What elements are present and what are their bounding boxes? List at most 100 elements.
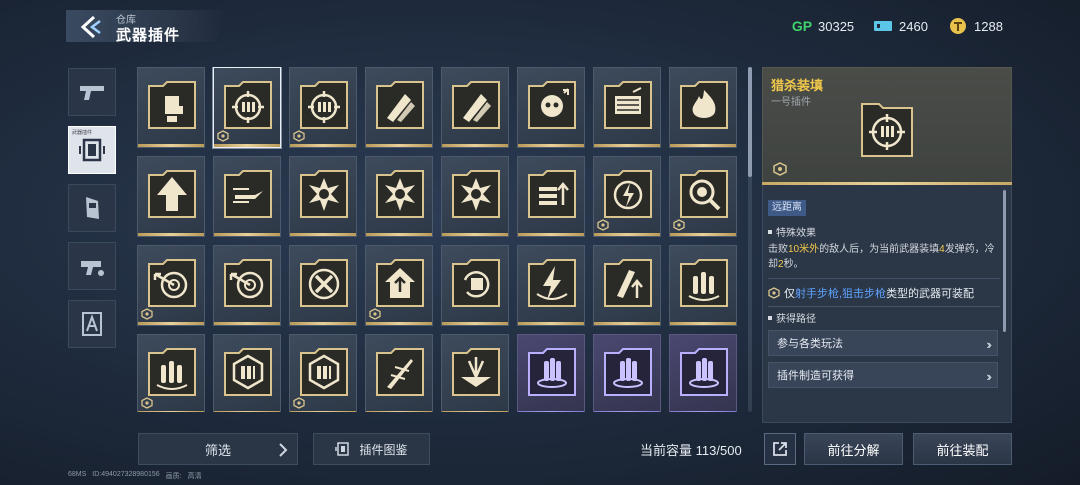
atlas-label: 插件图鉴 <box>359 442 408 457</box>
plugin-type-badge-icon <box>773 162 787 176</box>
plugin-grid[interactable] <box>137 67 745 412</box>
cross-swords-icon <box>300 259 348 307</box>
speed-bullet-icon <box>224 170 272 218</box>
category-character[interactable] <box>68 300 116 348</box>
crosshair-ammo-icon <box>300 81 348 129</box>
filter-label: 筛选 <box>204 442 231 458</box>
plugin-slot[interactable] <box>137 334 205 412</box>
category-vehicle[interactable] <box>68 184 116 232</box>
double-chevron-icon: ›› <box>986 369 991 384</box>
plugin-name: 猎杀装填 <box>771 78 824 93</box>
explosion-icon <box>300 170 348 218</box>
acquire-path-label: 参与各类玩法 <box>777 338 843 350</box>
fist-icon <box>148 81 196 129</box>
effect-description: 击败10米外的敌人后，为当前武器装填4发弹药，冷却2秒。 <box>768 242 996 272</box>
plugin-slot[interactable] <box>137 156 205 237</box>
plugin-type-badge-icon <box>673 219 685 231</box>
bullet-square <box>768 315 772 320</box>
plugin-slot[interactable] <box>517 156 585 237</box>
acquire-section-title: 获得路径 <box>768 310 816 325</box>
plugin-slot[interactable] <box>517 334 585 412</box>
gp-currency: GP 30325 <box>792 17 854 35</box>
category-tag: 武器插件 <box>72 130 93 136</box>
plugin-slot[interactable] <box>669 334 737 412</box>
plugin-slot[interactable] <box>517 245 585 326</box>
plugin-slot[interactable] <box>593 156 661 237</box>
acquire-path-button[interactable]: 插件制造可获得 ›› <box>768 362 998 388</box>
ammo-up-icon <box>528 170 576 218</box>
filter-button[interactable]: 筛选 <box>138 433 298 465</box>
ticket-icon <box>874 21 892 31</box>
capacity: 当前容量 113/500 <box>640 440 742 459</box>
equip-suffix: 类型的武器可装配 <box>886 288 975 300</box>
acquire-path-button[interactable]: 参与各类玩法 ›› <box>768 330 998 356</box>
crosshair-ammo-icon <box>861 103 913 157</box>
detail-scrollbar[interactable] <box>1003 190 1006 332</box>
plugin-slot[interactable] <box>289 67 357 148</box>
bullets-icon <box>376 81 424 129</box>
plugin-slot[interactable] <box>593 334 661 412</box>
coin-value: 1288 <box>974 18 1003 34</box>
fist-reload-icon <box>452 259 500 307</box>
effect-section-title: 特殊效果 <box>768 224 816 239</box>
plugin-slot[interactable] <box>365 67 433 148</box>
target-arrow-icon <box>224 259 272 307</box>
plugin-slot[interactable] <box>137 245 205 326</box>
plugin-slot[interactable] <box>669 156 737 237</box>
coin-icon <box>950 18 966 34</box>
dart-icon <box>376 348 424 396</box>
effect-text-2: 的敌人后，为当前武器装填 <box>819 244 940 255</box>
house-up-icon <box>376 259 424 307</box>
plugin-slot[interactable] <box>289 245 357 326</box>
decompose-button[interactable]: 前往分解 <box>804 433 903 465</box>
quality-label: 画质: <box>165 473 182 480</box>
category-weapon-plugin[interactable]: 武器插件 <box>68 126 116 174</box>
slash-up-icon <box>604 259 652 307</box>
effect-title: 特殊效果 <box>776 228 816 239</box>
plugin-slot[interactable] <box>593 245 661 326</box>
export-button[interactable] <box>764 433 796 465</box>
detail-header-accent <box>762 182 1012 185</box>
grid-scrollbar[interactable] <box>748 67 752 177</box>
quality-value: 高清 <box>187 473 202 480</box>
acquire-title: 获得路径 <box>776 314 816 325</box>
plugin-slot[interactable] <box>517 67 585 148</box>
plugin-slot-selected[interactable] <box>213 67 281 148</box>
flame-icon <box>680 81 728 129</box>
category-pistol[interactable] <box>68 68 116 116</box>
atlas-button[interactable]: 插件图鉴 <box>313 433 430 465</box>
plugin-slot[interactable] <box>669 245 737 326</box>
ammo-box-icon <box>300 348 348 396</box>
plugin-slot[interactable] <box>213 334 281 412</box>
ticket-value: 2460 <box>899 18 928 34</box>
plugin-type-badge-icon <box>293 130 305 142</box>
plugin-slot[interactable] <box>441 334 509 412</box>
plugin-slot[interactable] <box>365 156 433 237</box>
energy-ammo-icon <box>680 348 728 396</box>
plugin-type-badge-icon <box>141 397 153 409</box>
export-icon <box>773 442 787 456</box>
energy-ammo-icon <box>528 348 576 396</box>
plugin-slot[interactable] <box>441 245 509 326</box>
plugin-slot[interactable] <box>593 67 661 148</box>
plugin-slot[interactable] <box>213 245 281 326</box>
back-arrow-icon[interactable] <box>78 14 104 40</box>
plugin-slot[interactable] <box>137 67 205 148</box>
crosshair-ammo-icon <box>224 81 272 129</box>
plugin-slot[interactable] <box>669 67 737 148</box>
plugin-slot[interactable] <box>441 156 509 237</box>
plugin-slot[interactable] <box>213 156 281 237</box>
atlas-icon <box>335 442 350 456</box>
equip-restriction: 仅射手步枪,狙击步枪类型的武器可装配 <box>768 285 974 301</box>
plugin-slot[interactable] <box>365 334 433 412</box>
lightning-target-icon <box>604 170 652 218</box>
debug-footer: 68MS ID:494027328980156 画质: 高清 <box>68 471 202 481</box>
equip-button[interactable]: 前往装配 <box>913 433 1012 465</box>
plugin-slot[interactable] <box>441 67 509 148</box>
plugin-slot[interactable] <box>365 245 433 326</box>
arrow-up-icon <box>148 170 196 218</box>
plugin-slot[interactable] <box>289 334 357 412</box>
capacity-label: 当前容量 <box>640 443 693 458</box>
category-gadget[interactable] <box>68 242 116 290</box>
plugin-slot[interactable] <box>289 156 357 237</box>
